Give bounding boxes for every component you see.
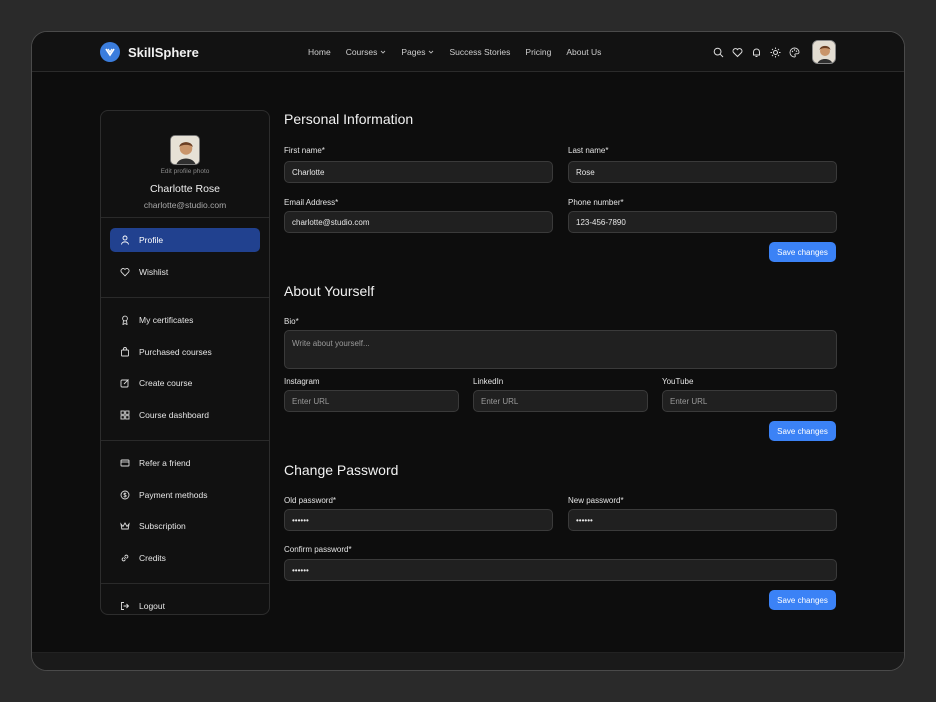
save-password-button[interactable]: Save changes — [769, 590, 836, 610]
sidebar-item-payment-methods[interactable]: Payment methods — [110, 483, 260, 507]
grid-icon — [120, 410, 130, 419]
card-icon — [120, 459, 130, 467]
linkedin-label: LinkedIn — [473, 377, 504, 386]
new-password-field[interactable]: •••••• — [568, 509, 837, 531]
chevron-down-icon — [381, 50, 386, 54]
sidebar-item-refer-a-friend[interactable]: Refer a friend — [110, 451, 260, 475]
nav-label: Courses — [345, 47, 378, 57]
section-title-personal: Personal Information — [284, 111, 414, 127]
confirm-password-field[interactable]: •••••• — [284, 559, 837, 581]
nav-label: Pages — [401, 47, 426, 57]
sidebar-item-label: Refer a friend — [139, 458, 191, 468]
link-icon — [121, 554, 129, 561]
nav-label: Home — [308, 47, 331, 57]
crown-icon — [120, 522, 130, 530]
menu-group-courses: My certificates Purchased courses Create… — [101, 298, 269, 441]
heart-icon — [120, 267, 130, 276]
brand[interactable]: SkillSphere — [100, 42, 199, 62]
nav-label: Success Stories — [449, 47, 511, 57]
first-name-label: First name* — [284, 146, 325, 155]
profile-email: charlotte@studio.com — [143, 200, 227, 210]
nav-label: Pricing — [525, 47, 552, 57]
nav-courses[interactable]: Courses — [346, 47, 387, 57]
youtube-label: YouTube — [662, 377, 694, 386]
palette-icon[interactable] — [789, 47, 800, 58]
account-sidebar: Edit profile photo Charlotte Rose charlo… — [100, 110, 270, 615]
sidebar-item-label: Course dashboard — [139, 409, 209, 420]
bell-icon[interactable] — [751, 47, 762, 58]
dollar-icon — [120, 490, 130, 499]
sidebar-item-label: Profile — [139, 235, 164, 245]
save-about-button[interactable]: Save changes — [769, 421, 836, 441]
sidebar-item-credits[interactable]: Credits — [110, 546, 260, 570]
section-title-about: About Yourself — [284, 283, 375, 299]
bio-textarea[interactable]: Write about yourself... — [284, 330, 837, 369]
sun-icon[interactable] — [770, 47, 781, 58]
sidebar-item-label: My certificates — [139, 315, 194, 325]
bio-label: Bio* — [284, 317, 299, 326]
nav-success-stories[interactable]: Success Stories — [449, 47, 510, 57]
section-title-password: Change Password — [284, 462, 399, 478]
profile-card: Edit profile photo Charlotte Rose charlo… — [101, 111, 269, 218]
sidebar-item-course-dashboard[interactable]: Course dashboard — [110, 403, 260, 427]
sidebar-item-purchased-courses[interactable]: Purchased courses — [110, 340, 260, 364]
nav-label: About Us — [566, 47, 602, 57]
sidebar-item-wishlist[interactable]: Wishlist — [110, 260, 260, 284]
search-icon[interactable] — [713, 47, 724, 58]
sidebar-item-label: Wishlist — [139, 266, 169, 277]
nav-home[interactable]: Home — [308, 47, 331, 57]
sidebar-item-label: Create course — [139, 378, 193, 388]
brand-name: SkillSphere — [128, 44, 199, 60]
sidebar-item-label: Subscription — [139, 521, 186, 531]
edit-profile-photo-link[interactable]: Edit profile photo — [101, 168, 269, 175]
avatar[interactable] — [812, 40, 836, 64]
save-personal-button[interactable]: Save changes — [769, 242, 836, 262]
phone-label: Phone number* — [568, 198, 624, 207]
last-name-field[interactable]: Rose — [568, 161, 837, 183]
last-name-label: Last name* — [568, 146, 609, 155]
email-label: Email Address* — [284, 198, 339, 207]
sidebar-item-create-course[interactable]: Create course — [110, 371, 260, 395]
sidebar-item-profile[interactable]: Profile — [110, 228, 260, 252]
v-badge-icon — [100, 42, 120, 62]
instagram-url-input[interactable]: Enter URL — [284, 390, 459, 412]
sidebar-item-logout[interactable]: Logout — [110, 594, 260, 618]
menu-group-account: Profile Wishlist — [101, 218, 269, 298]
logout-icon — [121, 602, 130, 610]
sidebar-item-my-certificates[interactable]: My certificates — [110, 308, 260, 332]
sidebar-item-label: Payment methods — [139, 489, 208, 500]
profile-name: Charlotte Rose — [149, 183, 221, 195]
heart-icon[interactable] — [732, 47, 743, 58]
first-name-field[interactable]: Charlotte — [284, 161, 553, 183]
nav-pages[interactable]: Pages — [401, 47, 434, 57]
header-actions — [713, 40, 836, 64]
main-nav: Home Courses Pages Success Stories Prici… — [308, 47, 601, 57]
email-field[interactable]: charlotte@studio.com — [284, 211, 553, 233]
app-window: SkillSphere Home Courses Pages Success S… — [31, 31, 905, 671]
menu-group-session: Logout — [101, 584, 269, 632]
phone-field[interactable]: 123-456-7890 — [568, 211, 837, 233]
new-password-label: New password* — [568, 496, 624, 505]
sidebar-item-label: Purchased courses — [139, 346, 212, 357]
old-password-label: Old password* — [284, 496, 337, 505]
nav-about-us[interactable]: About Us — [566, 47, 601, 57]
instagram-label: Instagram — [284, 377, 320, 386]
sidebar-item-label: Logout — [139, 601, 165, 611]
award-icon — [122, 315, 128, 325]
youtube-url-input[interactable]: Enter URL — [662, 390, 837, 412]
nav-pricing[interactable]: Pricing — [525, 47, 551, 57]
menu-group-billing: Refer a friend Payment methods Subscript… — [101, 441, 269, 584]
bag-icon — [121, 346, 129, 356]
footer-strip — [32, 652, 904, 670]
confirm-password-label: Confirm password* — [284, 545, 352, 554]
top-navbar: SkillSphere Home Courses Pages Success S… — [32, 32, 904, 72]
linkedin-url-input[interactable]: Enter URL — [473, 390, 648, 412]
user-icon — [121, 235, 129, 245]
old-password-field[interactable]: •••••• — [284, 509, 553, 531]
chevron-down-icon — [429, 50, 434, 54]
sidebar-item-subscription[interactable]: Subscription — [110, 514, 260, 538]
sidebar-item-label: Credits — [139, 552, 166, 563]
profile-photo[interactable] — [170, 135, 200, 165]
edit-icon — [120, 379, 129, 388]
